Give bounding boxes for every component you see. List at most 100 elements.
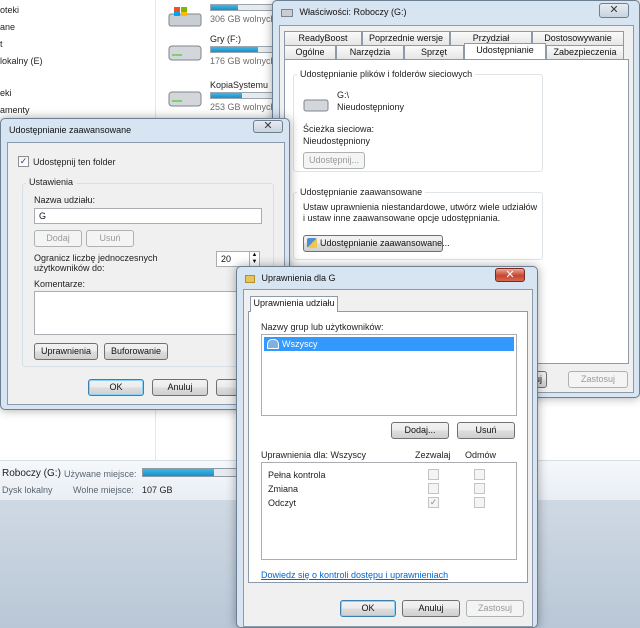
spin-up-icon[interactable]: ▲ xyxy=(249,252,259,259)
drive-free-space: 306 GB wolnych xyxy=(210,14,276,24)
shield-icon xyxy=(307,238,317,248)
deny-checkbox[interactable] xyxy=(474,483,485,494)
advanced-ok-button[interactable]: OK xyxy=(88,379,144,396)
comments-textarea[interactable] xyxy=(34,291,262,335)
tab-sharing[interactable]: Udostępnianie xyxy=(464,43,546,59)
permissions-client: Uprawnienia udziału Nazwy grup lub użytk… xyxy=(243,289,533,627)
permission-name: Zmiana xyxy=(268,484,299,494)
drive-name: Gry (F:) xyxy=(210,34,241,44)
permission-row: Pełna kontrola xyxy=(268,469,508,483)
drive-item-backup[interactable]: KopiaSystemu 253 GB wolnych xyxy=(168,80,290,120)
advanced-sharing-title: Udostępnianie zaawansowane xyxy=(9,125,132,135)
properties-apply-button[interactable]: Zastosuj xyxy=(568,371,628,388)
close-icon: ✕ xyxy=(505,269,515,281)
drive-free-space: 253 GB wolnych xyxy=(210,102,276,112)
drive-path: G:\ xyxy=(337,90,350,100)
drive-item-games[interactable]: Gry (F:) 176 GB wolnych xyxy=(168,34,290,74)
details-used-label: Używane miejsce: xyxy=(64,469,137,479)
tab-previous-versions[interactable]: Poprzednie wersje xyxy=(362,31,450,45)
advanced-sharing-group-label: Udostępnianie zaawansowane xyxy=(297,187,426,197)
folder-icon xyxy=(245,274,255,283)
close-icon: ✕ xyxy=(263,120,273,132)
user-limit-value: 20 xyxy=(221,254,232,264)
deny-checkbox[interactable] xyxy=(474,497,485,508)
nav-item-local-e[interactable]: lokalny (E) xyxy=(0,56,43,66)
groups-list[interactable]: Wszyscy xyxy=(261,334,517,416)
drive-usage-fill xyxy=(211,5,239,10)
nav-item-documents[interactable]: amenty xyxy=(0,105,30,115)
advanced-cancel-button[interactable]: Anuluj xyxy=(152,379,208,396)
drive-title-icon xyxy=(281,8,293,17)
share-folder-checkbox[interactable]: ✓ xyxy=(18,156,29,167)
add-group-button[interactable]: Dodaj... xyxy=(391,422,449,439)
tab-share-permissions[interactable]: Uprawnienia udziału xyxy=(250,296,338,312)
permissions-ok-button[interactable]: OK xyxy=(340,600,396,617)
checkmark-icon: ✓ xyxy=(429,497,438,507)
tab-hardware[interactable]: Sprzęt xyxy=(404,45,464,59)
network-path-label: Ścieżka sieciowa: xyxy=(303,124,375,134)
remove-share-button[interactable]: Usuń xyxy=(86,230,134,247)
share-name-input[interactable]: G xyxy=(34,208,262,224)
details-drive-type: Dysk lokalny xyxy=(2,485,53,495)
allow-checkbox[interactable]: ✓ xyxy=(428,497,439,508)
permissions-apply-button[interactable]: Zastosuj xyxy=(466,600,524,617)
network-sharing-group-label: Udostępnianie plików i folderów sieciowy… xyxy=(297,69,476,79)
details-free-label: Wolne miejsce: xyxy=(73,485,134,495)
allow-checkbox[interactable] xyxy=(428,469,439,480)
nav-item-libraries-2[interactable]: eki xyxy=(0,88,12,98)
checkmark-icon: ✓ xyxy=(19,156,28,166)
details-free-value: 107 GB xyxy=(142,485,173,495)
deny-checkbox[interactable] xyxy=(474,469,485,480)
close-icon: ✕ xyxy=(609,4,619,16)
tab-security[interactable]: Zabezpieczenia xyxy=(546,45,624,59)
permission-name: Pełna kontrola xyxy=(268,470,326,480)
permissions-titlebar: Uprawnienia dla G xyxy=(237,267,537,289)
hard-drive-icon xyxy=(168,91,202,107)
windows-drive-icon xyxy=(168,7,202,27)
drive-usage-fill xyxy=(211,47,258,52)
user-limit-spinner[interactable]: 20 ▲ ▼ xyxy=(216,251,260,267)
permissions-title: Uprawnienia dla G xyxy=(261,273,336,283)
comments-label: Komentarze: xyxy=(34,279,86,289)
drive-free-space: 176 GB wolnych xyxy=(210,56,276,66)
details-drive-name: Roboczy (G:) xyxy=(2,468,61,479)
user-limit-label: Ogranicz liczbę jednoczesnych użytkownik… xyxy=(34,253,158,273)
help-link[interactable]: Dowiedz się o kontroli dostępu i uprawni… xyxy=(261,570,448,580)
share-status: Nieudostępniony xyxy=(337,102,405,112)
drive-name: KopiaSystemu xyxy=(210,80,269,90)
tab-readyboost[interactable]: ReadyBoost xyxy=(284,31,362,45)
properties-title: Właściwości: Roboczy (G:) xyxy=(299,7,407,17)
nav-item-libraries[interactable]: oteki xyxy=(0,5,19,15)
drive-usage-fill xyxy=(211,93,243,98)
details-usage-fill xyxy=(143,469,214,476)
caching-button[interactable]: Buforowanie xyxy=(104,343,168,360)
groups-label: Nazwy grup lub użytkowników: xyxy=(261,322,384,332)
remove-group-button[interactable]: Usuń xyxy=(457,422,515,439)
share-name-label: Nazwa udziału: xyxy=(34,195,96,205)
tab-tools[interactable]: Narzędzia xyxy=(336,45,404,59)
permissions-list: Pełna kontrola Zmiana Odczyt ✓ xyxy=(261,462,517,560)
advanced-sharing-button[interactable]: Udostępnianie zaawansowane... xyxy=(303,235,450,252)
permission-row: Odczyt ✓ xyxy=(268,497,508,511)
deny-column-header: Odmów xyxy=(465,450,497,460)
advanced-sharing-description: Ustaw uprawnienia niestandardowe, utwórz… xyxy=(303,202,538,223)
nav-item-computer[interactable]: t xyxy=(0,39,3,49)
allow-checkbox[interactable] xyxy=(428,483,439,494)
nav-item-images[interactable]: ane xyxy=(0,22,15,32)
add-share-button[interactable]: Dodaj xyxy=(34,230,82,247)
share-button[interactable]: Udostępnij... xyxy=(303,152,365,169)
properties-close-button[interactable]: ✕ xyxy=(599,3,629,18)
allow-column-header: Zezwalaj xyxy=(415,450,451,460)
permissions-close-button[interactable]: ✕ xyxy=(495,268,525,282)
permissions-cancel-button[interactable]: Anuluj xyxy=(402,600,460,617)
share-folder-label: Udostępnij ten folder xyxy=(33,157,116,167)
permissions-dialog: Uprawnienia dla G ✕ Uprawnienia udziału … xyxy=(236,266,538,628)
group-row-everyone[interactable]: Wszyscy xyxy=(264,337,514,351)
advanced-close-button[interactable]: ✕ xyxy=(253,120,283,133)
tab-general[interactable]: Ogólne xyxy=(284,45,336,59)
spin-down-icon[interactable]: ▼ xyxy=(249,259,259,266)
permissions-button[interactable]: Uprawnienia xyxy=(34,343,98,360)
settings-group-label: Ustawienia xyxy=(26,177,77,187)
permission-row: Zmiana xyxy=(268,483,508,497)
details-usage-bar xyxy=(142,468,242,477)
